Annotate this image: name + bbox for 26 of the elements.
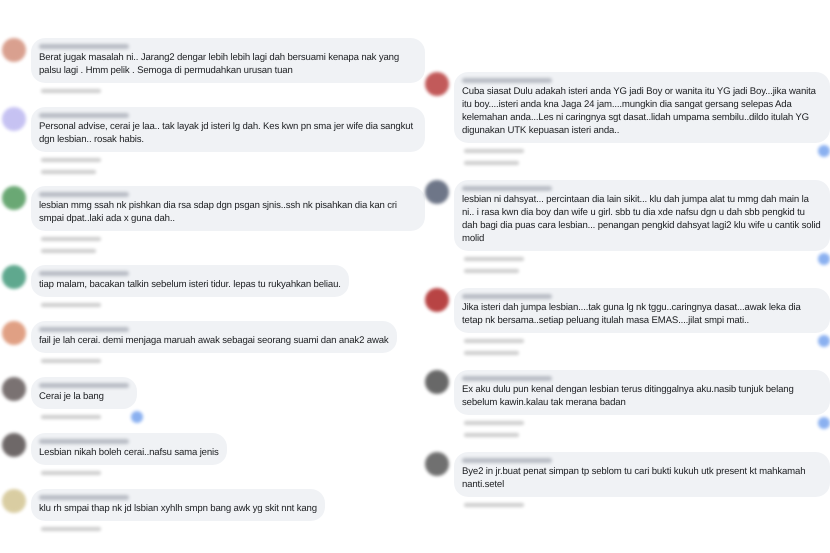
blurred-actions <box>41 527 101 531</box>
comment-text: Cuba siasat Dulu adakah isteri anda YG jadi Boy or wanita itu YG jadi Boy...jika wanita itu boy....isteri anda kna Jaga 24 jam....mungkin dia sangat gersang selepas Ada kelemahan anda...Les ni caringnya sgt dasat..lidah umpama sembilu..dildo itulah YG digunakan UTK kepuasan isteri anda.. <box>462 85 817 137</box>
blurred-actions <box>41 415 101 419</box>
comment-text: Cerai je la bang <box>39 390 105 403</box>
blurred-actions <box>464 257 524 261</box>
blurred-actions <box>41 237 101 241</box>
blurred-actions <box>41 359 101 363</box>
comment-text: Ex aku dulu pun kenal dengan lesbian terus ditinggalnya aku.nasib tunjuk belang sebelum kawin.kalau tak merana badan <box>462 383 795 409</box>
comment-text: lesbian mmg ssah nk pishkan dia rsa sdap dgn psgan sjnis..ssh nk pisahkan dia kan cri smpai dpat..laki ada x guna dah.. <box>39 199 398 225</box>
blurred-actions <box>464 503 524 507</box>
blurred-actions <box>41 471 101 475</box>
comment-text: Bye2 in jr.buat penat simpan tp seblom tu cari bukti kukuh utk present kt mahkamah nanti.setel <box>462 465 806 491</box>
comment-text: Jika isteri dah jumpa lesbian....tak guna lg nk tggu..caringnya dasat...awak leka dia tetap nk bersama..setiap peluang itulah masa EMAS....jilat smpi mati.. <box>462 301 802 327</box>
comment-text: Berat jugak masalah ni.. Jarang2 dengar lebih lebih lagi dah bersuami kenapa nak yang palsu lagi . Hmm pelik . Semoga di permudahkan urusan tuan <box>39 51 400 77</box>
blurred-actions <box>41 303 101 307</box>
comment-text: Personal advise, cerai je laa.. tak layak jd isteri lg dah. Kes kwn pn sma jer wife dia sangkut dgn lesbian.. rosak habis. <box>39 120 414 146</box>
blurred-actions <box>464 421 524 425</box>
comment-text: Lesbian nikah boleh cerai..nafsu sama jenis <box>39 446 219 459</box>
comment-text: tiap malam, bacakan talkin sebelum isteri tidur. lepas tu rukyahkan beliau. <box>39 278 341 291</box>
comment-text: klu rh smpai thap nk jd lsbian xyhlh smpn bang awk yg skit nnt kang <box>39 502 317 515</box>
blurred-actions <box>464 339 524 343</box>
comment-text: fail je lah cerai. demi menjaga maruah awak sebagai seorang suami dan anak2 awak <box>39 334 389 347</box>
comment-text: lesbian ni dahsyat... percintaan dia lain sikit... klu dah jumpa alat tu mmg dah main la ni.. i rasa kwn dia boy dan wife u girl. sbb tu dia xde nafsu dgn u dah sbb pengkid tu dah bagi dia puas cara lesbian... penangan pengkid dahsyat lagi2 klu wife u cantik solid molid <box>462 193 822 245</box>
blurred-actions <box>41 89 101 93</box>
blurred-actions <box>464 149 524 153</box>
blurred-actions <box>41 158 101 162</box>
